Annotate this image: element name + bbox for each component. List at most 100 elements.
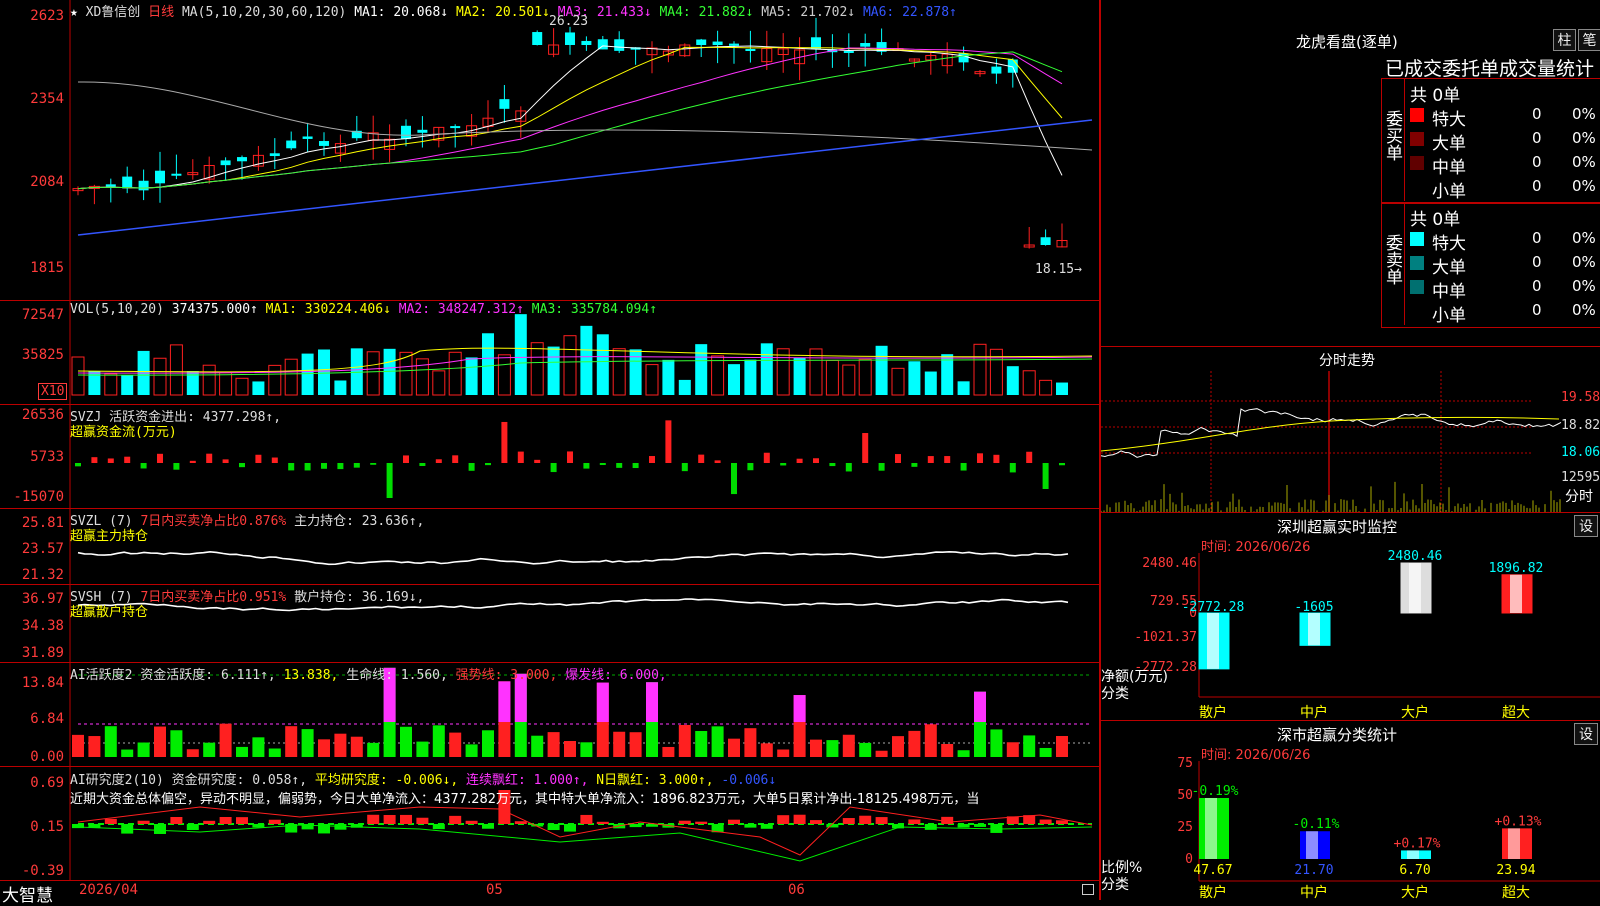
sell-pct: 0%: [1572, 253, 1596, 271]
volume-bar: [1022, 370, 1036, 396]
volume-bar: [891, 367, 905, 396]
flow-bar: [501, 421, 508, 463]
candle-down: [220, 160, 231, 166]
svzl-ratio: 7日内买卖净占比0.876%: [140, 514, 287, 529]
flow-bar: [927, 456, 934, 463]
class-tick: 0: [1185, 852, 1193, 867]
buy-name: 大单: [1432, 134, 1466, 154]
period-label[interactable]: 日线: [148, 5, 174, 20]
activity-bar: [334, 733, 347, 757]
research-bar: [1039, 819, 1052, 824]
star-icon[interactable]: ★: [70, 5, 78, 20]
flow-bar: [255, 454, 262, 463]
svzl-pane[interactable]: SVZL (7) 7日内买卖净占比0.876% 主力持仓: 23.636↑, 超…: [0, 508, 1100, 585]
sell-count: 共 0单: [1410, 210, 1461, 230]
volume-bar: [71, 356, 85, 396]
flow-bar: [222, 459, 229, 463]
volume-bar: [121, 375, 134, 395]
flow-bar: [321, 463, 327, 469]
monitor-chart[interactable]: 2480.46729.550-1021.37-2772.28-2772.28散户…: [1101, 513, 1600, 721]
volume-bar: [235, 377, 249, 396]
flow-bar: [862, 433, 869, 463]
flow-bar: [681, 463, 688, 472]
intraday-chart[interactable]: [1101, 371, 1600, 513]
class-panel[interactable]: 深市超赢分类统计 设 时间: 2026/06/26 75 50 25 0 -0.19% 4…: [1101, 720, 1600, 901]
volume-bar: [547, 346, 560, 395]
stock-title[interactable]: XD鲁信创: [86, 5, 141, 20]
candle-down: [105, 184, 116, 187]
bar-view-button[interactable]: 柱: [1553, 29, 1576, 51]
class-chart[interactable]: 7550250-0.19%47.67散户-0.11%21.70中户+0.17%6…: [1101, 721, 1600, 901]
vol-unit-badge[interactable]: X10: [38, 383, 68, 400]
volume-pane[interactable]: VOL(5,10,20) 374375.000↑ MA1: 330224.406…: [0, 300, 1100, 405]
research-bar: [564, 824, 576, 832]
ai-research-pane[interactable]: AI研究度2(10) 资金研究度: 0.058↑, 平均研究度: -0.006↓…: [0, 766, 1100, 881]
ai1-peak: 13.838,: [283, 668, 339, 683]
volume-bar: [153, 357, 167, 396]
research-bar: [137, 820, 150, 824]
activity-bar: [72, 734, 84, 757]
research-bar: [449, 815, 462, 824]
research-bar: [875, 817, 888, 824]
activity-bar: [104, 726, 117, 757]
volume-bar: [744, 359, 757, 395]
research-bar: [728, 819, 740, 824]
ai2-params: AI研究度2(10): [70, 773, 164, 788]
svsh-subtitle: 超赢散户持仓: [70, 605, 149, 620]
volume-bar: [908, 361, 921, 395]
candle-down: [499, 99, 510, 109]
activity-bar: [678, 724, 691, 757]
activity-bar: [170, 730, 183, 757]
activity-peak: [646, 682, 658, 722]
monitor-category: 大户: [1401, 704, 1429, 721]
vol-value: 374375.000↑: [171, 302, 258, 317]
svsh-tick-0: 36.97: [21, 591, 64, 607]
volume-bar: [202, 364, 216, 396]
activity-bar: [777, 749, 790, 757]
intraday-panel[interactable]: 分时走势 19.58 18.82 18.06 12595 分时: [1101, 346, 1600, 513]
volume-bar: [252, 381, 265, 395]
monitor-category: 中户: [1300, 704, 1328, 721]
ma2-value: MA2: 20.501↓: [455, 5, 550, 20]
activity-bar: [826, 740, 839, 757]
flow-bar: [337, 463, 344, 470]
vol-ma1: MA1: 330224.406↓: [265, 302, 391, 317]
ai-activity-pane[interactable]: AI活跃度2 资金活跃度: 6.111↑, 13.838, 生命线: 1.560…: [0, 662, 1100, 767]
buy-side-label: 委买单: [1382, 110, 1402, 161]
candle-down: [401, 125, 411, 140]
sell-row: 中单 0 0%: [1408, 277, 1600, 302]
sell-name: 小单: [1432, 306, 1466, 326]
activity-bar: [482, 730, 494, 757]
flow-bar: [386, 463, 393, 498]
lock-icon[interactable]: [1082, 884, 1094, 895]
research-bar: [268, 819, 281, 824]
price-pane[interactable]: ★ XD鲁信创 日线 MA(5,10,20,30,60,120) MA1: 20…: [0, 0, 1100, 300]
flow-bar: [567, 451, 573, 463]
monitor-panel[interactable]: 深圳超赢实时监控 设 时间: 2026/06/26 2480.46 729.55 0…: [1101, 512, 1600, 721]
flow-bar: [403, 455, 409, 463]
sell-swatch: [1410, 280, 1424, 294]
volume-bar: [776, 348, 790, 396]
buy-pct: 0%: [1572, 153, 1596, 171]
activity-bar: [728, 738, 740, 757]
research-bar: [629, 824, 642, 828]
tick-view-button[interactable]: 笔: [1578, 29, 1600, 51]
activity-bar: [1039, 747, 1052, 757]
buy-value: 0: [1532, 129, 1542, 147]
ai2-avg: 平均研究度: -0.006↓,: [314, 773, 459, 788]
research-bar: [908, 819, 921, 824]
flow-bar: [616, 463, 623, 468]
ma6-value: MA6: 22.878↑: [862, 5, 957, 20]
svzj-pane[interactable]: SVZJ 活跃资金进出: 4377.298↑, 超赢资金流(万元) 26536 …: [0, 404, 1100, 509]
monitor-category: 超大: [1502, 705, 1530, 721]
research-bar: [810, 820, 822, 824]
sell-pct: 0%: [1572, 301, 1596, 319]
brand-logo[interactable]: 大智慧: [2, 881, 53, 906]
svsh-pane[interactable]: SVSH (7) 7日内买卖净占比0.951% 散户持仓: 36.169↓, 超…: [0, 584, 1100, 663]
research-bar: [104, 818, 117, 824]
sell-orders-block: 委卖单 共 0单 特大 0 0% 大单 0 0% 中单 0 0% 小单 0 0%: [1381, 202, 1600, 328]
monitor-bar-shine: [1510, 574, 1522, 613]
activity-bar: [564, 741, 576, 757]
candlestick-chart[interactable]: [0, 0, 1100, 300]
sell-swatch: [1410, 232, 1424, 246]
